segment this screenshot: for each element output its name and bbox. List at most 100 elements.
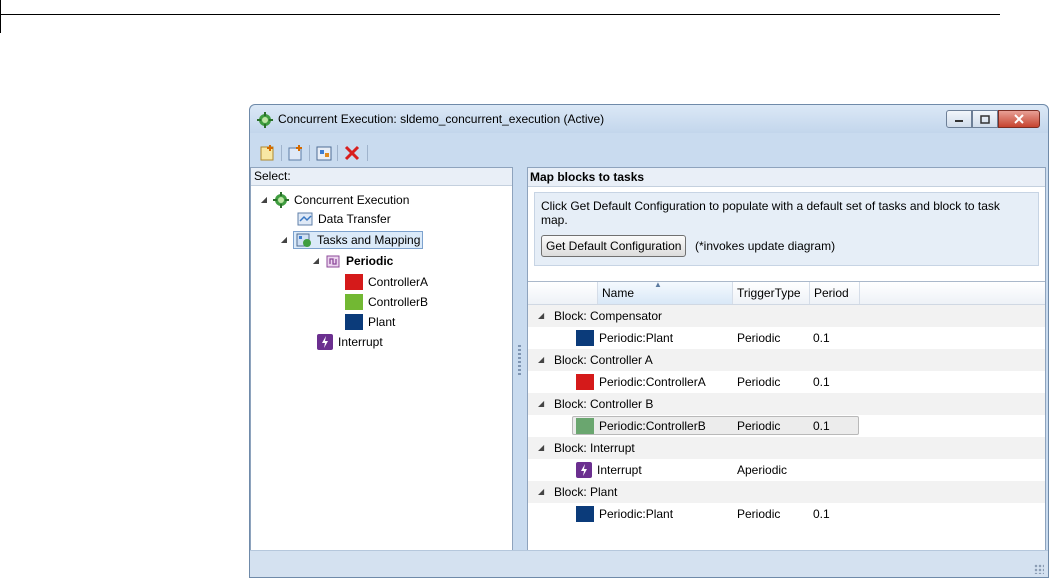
- expand-arrow-icon[interactable]: ◢: [538, 393, 544, 415]
- period-cell: 0.1: [813, 331, 830, 345]
- status-bar: [250, 550, 1048, 577]
- close-icon: [1014, 114, 1024, 124]
- toolbar-separator: [367, 145, 368, 161]
- group-label: Block: Controller A: [554, 353, 653, 367]
- add-block-icon: [316, 146, 332, 161]
- window-controls: [946, 110, 1040, 128]
- periodic-icon: [326, 255, 340, 268]
- info-text: Click Get Default Configuration to popul…: [541, 199, 1000, 227]
- controller-a-color-swatch: [576, 374, 594, 390]
- selected-tree-item[interactable]: Tasks and Mapping: [293, 231, 424, 249]
- trigger-type-cell: Periodic: [737, 375, 781, 389]
- resize-grip-icon[interactable]: [1034, 564, 1044, 574]
- table-header: ▲ Name TriggerType Period: [528, 281, 1045, 305]
- table-group-row[interactable]: ◢ Block: Interrupt: [528, 437, 1045, 459]
- column-header-label: TriggerType: [737, 286, 801, 300]
- task-name: Periodic:ControllerB: [599, 419, 706, 433]
- table-row[interactable]: Interrupt Aperiodic: [528, 459, 1045, 481]
- tree-item-label: Data Transfer: [318, 212, 391, 226]
- add-periodic-icon: [288, 145, 302, 161]
- table-group-row[interactable]: ◢ Block: Controller B: [528, 393, 1045, 415]
- task-name: Periodic:Plant: [599, 507, 674, 521]
- tree-item-label: Tasks and Mapping: [317, 233, 421, 247]
- page-rule-tick: [0, 0, 1, 33]
- concurrent-execution-app-icon: [257, 112, 273, 128]
- tree-item-controller-a[interactable]: ControllerA: [345, 272, 428, 292]
- task-name-cell: Periodic:Plant: [576, 327, 673, 349]
- close-button[interactable]: [998, 110, 1040, 128]
- delete-icon: [344, 145, 360, 161]
- column-header-label: Name: [602, 286, 635, 300]
- tree-panel: Select: ◢ Concurrent Execution Data Tran…: [250, 167, 513, 551]
- trigger-type-cell: Periodic: [737, 419, 781, 433]
- table-group-row[interactable]: ◢ Block: Controller A: [528, 349, 1045, 371]
- title-bar[interactable]: Concurrent Execution: sldemo_concurrent_…: [250, 105, 1048, 133]
- maximize-button[interactable]: [972, 110, 998, 128]
- table-group-row[interactable]: ◢ Block: Plant: [528, 481, 1045, 503]
- group-label: Block: Interrupt: [554, 441, 635, 455]
- tree-item-tasks-and-mapping[interactable]: ◢ Tasks and Mapping: [279, 230, 424, 250]
- concurrent-execution-icon: [273, 192, 289, 208]
- interrupt-icon: [317, 334, 333, 350]
- expand-arrow-icon[interactable]: ◢: [538, 349, 544, 371]
- page-top-rule: [0, 0, 1000, 15]
- select-label: Select:: [251, 168, 512, 186]
- task-name-cell: Periodic:ControllerB: [576, 415, 706, 437]
- expand-arrow-icon[interactable]: ◢: [311, 251, 321, 271]
- task-name: Periodic:ControllerA: [599, 375, 706, 389]
- expand-arrow-icon[interactable]: ◢: [538, 305, 544, 327]
- expand-arrow-icon[interactable]: ◢: [259, 190, 269, 210]
- tree-item-interrupt[interactable]: Interrupt: [317, 332, 383, 352]
- period-cell: 0.1: [813, 375, 830, 389]
- table-row[interactable]: Periodic:Plant Periodic 0.1: [528, 327, 1045, 349]
- data-transfer-icon: [297, 212, 313, 226]
- plant-color-swatch: [576, 506, 594, 522]
- column-header-name[interactable]: ▲ Name: [598, 281, 733, 304]
- task-name: Periodic:Plant: [599, 331, 674, 345]
- tree-item-controller-b[interactable]: ControllerB: [345, 292, 428, 312]
- mapping-panel: Map blocks to tasks Click Get Default Co…: [527, 167, 1046, 551]
- period-cell: 0.1: [813, 507, 830, 521]
- group-label: Block: Compensator: [554, 309, 663, 323]
- column-header-tree: [528, 282, 598, 304]
- tree-item-label: Plant: [368, 315, 396, 329]
- trigger-type-cell: Periodic: [737, 507, 781, 521]
- column-header-period[interactable]: Period: [810, 282, 860, 304]
- toolbar: [250, 139, 1048, 163]
- controller-b-color-swatch: [576, 418, 594, 434]
- panel-splitter[interactable]: [518, 345, 521, 375]
- controller-b-color-swatch: [345, 294, 363, 310]
- section-title: Map blocks to tasks: [528, 168, 1045, 187]
- delete-button[interactable]: [342, 143, 362, 163]
- add-periodic-button[interactable]: [286, 143, 306, 163]
- tree-item-data-transfer[interactable]: Data Transfer: [297, 209, 391, 229]
- minimize-button[interactable]: [946, 110, 972, 128]
- table-row[interactable]: Periodic:Plant Periodic 0.1: [528, 503, 1045, 525]
- column-header-triggertype[interactable]: TriggerType: [733, 282, 810, 304]
- concurrent-execution-window: Concurrent Execution: sldemo_concurrent_…: [249, 104, 1049, 578]
- maximize-icon: [980, 114, 990, 124]
- plant-color-swatch: [345, 314, 363, 330]
- task-name-cell: Periodic:Plant: [576, 503, 673, 525]
- table-group-row[interactable]: ◢ Block: Compensator: [528, 305, 1045, 327]
- expand-arrow-icon[interactable]: ◢: [279, 230, 289, 250]
- tree-item-plant[interactable]: Plant: [345, 312, 395, 332]
- task-name-cell: Interrupt: [576, 459, 642, 481]
- tree-item-label: Interrupt: [338, 335, 383, 349]
- add-task-icon: [260, 145, 274, 161]
- tree-item-periodic[interactable]: ◢ Periodic: [311, 251, 393, 271]
- add-task-button[interactable]: [258, 143, 278, 163]
- minimize-icon: [955, 120, 963, 122]
- interrupt-icon: [576, 462, 592, 478]
- get-default-configuration-button[interactable]: Get Default Configuration: [541, 235, 687, 257]
- tree-item-concurrent-execution[interactable]: ◢ Concurrent Execution: [259, 190, 409, 210]
- group-label: Block: Controller B: [554, 397, 654, 411]
- expand-arrow-icon[interactable]: ◢: [538, 437, 544, 459]
- tree-item-label: Concurrent Execution: [294, 193, 410, 207]
- add-block-button[interactable]: [314, 143, 334, 163]
- task-name: Interrupt: [597, 463, 642, 477]
- table-row-selected[interactable]: Periodic:ControllerB Periodic 0.1: [528, 415, 1045, 437]
- table-row[interactable]: Periodic:ControllerA Periodic 0.1: [528, 371, 1045, 393]
- expand-arrow-icon[interactable]: ◢: [538, 481, 544, 503]
- window-title: Concurrent Execution: sldemo_concurrent_…: [278, 112, 605, 126]
